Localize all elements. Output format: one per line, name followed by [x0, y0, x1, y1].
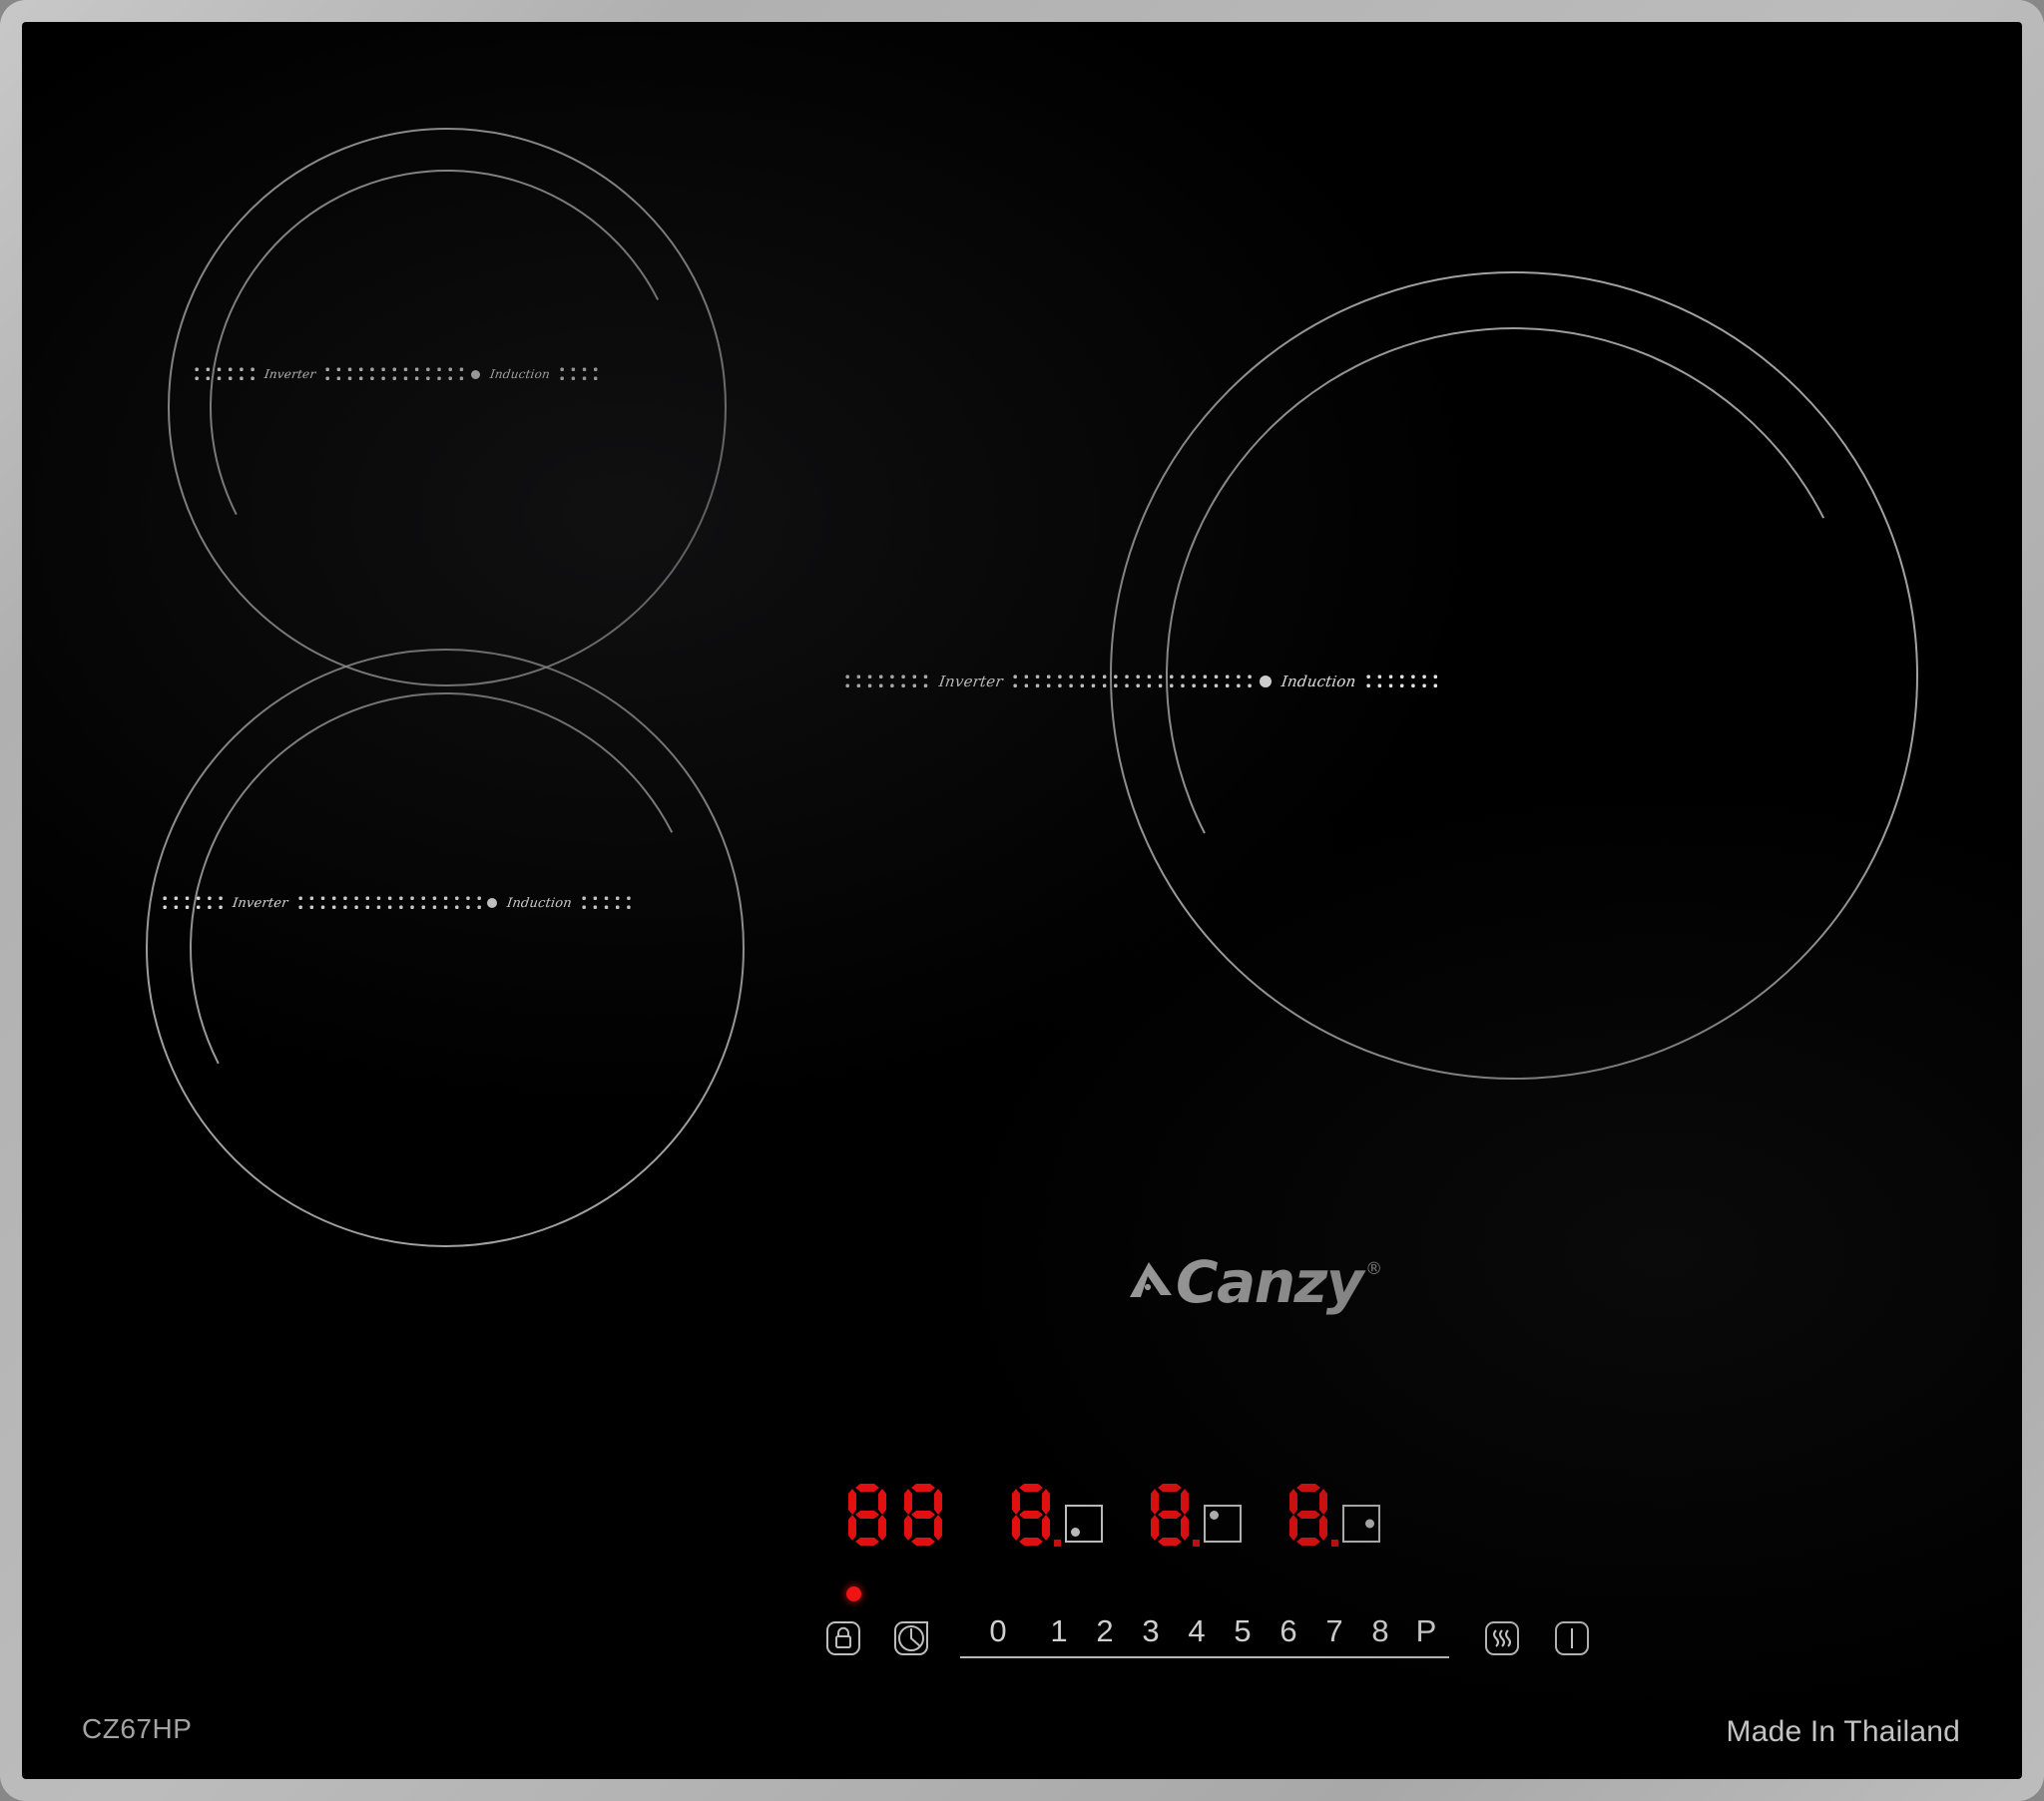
slider-level-1[interactable]: 1: [1036, 1613, 1082, 1649]
registered-mark: ®: [1365, 1259, 1383, 1279]
band-dots-left: [162, 894, 224, 912]
led-display-row: [848, 1484, 1380, 1547]
keep-warm-button[interactable]: [1479, 1618, 1525, 1658]
rear-left-zone[interactable]: [148, 108, 747, 706]
band-dots-middle: [296, 894, 484, 912]
band-dots-middle: [1011, 673, 1257, 690]
band-dots-right: [559, 365, 605, 383]
band-center-dot: [487, 898, 498, 908]
band-dots-right: [581, 894, 633, 912]
zone-digit: [1151, 1484, 1200, 1547]
band-label-inverter: Inverter: [937, 673, 1005, 690]
timer-button[interactable]: [888, 1618, 934, 1658]
rear-left-zone-band: Inverter Induction: [194, 363, 605, 385]
brand-wordmark: Canzy: [1176, 1248, 1364, 1316]
canzy-chevron-icon: [1128, 1257, 1174, 1301]
band-dots-middle: [324, 365, 467, 383]
right-large-zone-band: Inverter Induction: [844, 669, 1437, 694]
timer-digit-2: [904, 1484, 942, 1546]
zone-inner-arc: [123, 626, 767, 1270]
band-dots-left: [844, 673, 930, 690]
band-center-dot: [470, 369, 480, 379]
slider-level-labels: 0 1 2 3 4 5 6 7 8 P: [960, 1613, 1449, 1649]
slider-level-p[interactable]: P: [1403, 1613, 1449, 1649]
zone-display-3: [1289, 1484, 1380, 1547]
pan-position-indicator-2: [1204, 1505, 1242, 1543]
induction-cooktop: Inverter Induction Inverter Induction In: [0, 0, 2044, 1801]
model-number: CZ67HP: [82, 1713, 193, 1744]
brand-logo: Canzy ®: [1128, 1248, 1383, 1316]
band-label-inverter: Inverter: [263, 367, 317, 381]
slider-level-8[interactable]: 8: [1357, 1613, 1403, 1649]
zone-display-2: [1151, 1484, 1242, 1547]
touch-control-row: 0 1 2 3 4 5 6 7 8 P: [820, 1613, 1595, 1658]
country-of-origin: Made In Thailand: [1726, 1715, 1960, 1748]
slider-level-2[interactable]: 2: [1082, 1613, 1128, 1649]
zone-inner-arc: [148, 108, 747, 706]
power-level-slider[interactable]: 0 1 2 3 4 5 6 7 8 P: [960, 1613, 1449, 1658]
slider-level-7[interactable]: 7: [1311, 1613, 1357, 1649]
band-label-induction: Induction: [506, 895, 574, 911]
band-label-inverter: Inverter: [231, 895, 289, 911]
front-left-zone-band: Inverter Induction: [162, 892, 633, 914]
zone-digit: [1289, 1484, 1338, 1547]
band-label-induction: Induction: [1280, 673, 1358, 690]
timer-digit-1: [848, 1484, 886, 1546]
front-left-zone[interactable]: [123, 626, 767, 1270]
power-indicator-led: [846, 1586, 861, 1601]
zone-digit: [1012, 1484, 1061, 1547]
slider-level-6[interactable]: 6: [1266, 1613, 1311, 1649]
zone-display-1: [1012, 1484, 1103, 1547]
pan-position-indicator-3: [1342, 1505, 1380, 1543]
on-off-button[interactable]: [1549, 1618, 1595, 1658]
slider-level-5[interactable]: 5: [1220, 1613, 1266, 1649]
child-lock-button[interactable]: [820, 1618, 866, 1658]
timer-display: [848, 1484, 942, 1546]
pan-position-indicator-1: [1065, 1505, 1103, 1543]
band-center-dot: [1260, 675, 1273, 687]
slider-level-3[interactable]: 3: [1128, 1613, 1174, 1649]
slider-level-4[interactable]: 4: [1174, 1613, 1220, 1649]
slider-level-0[interactable]: 0: [960, 1613, 1036, 1649]
ceramic-glass-surface: Inverter Induction Inverter Induction In: [22, 22, 2022, 1779]
band-label-induction: Induction: [489, 367, 551, 381]
band-dots-right: [1365, 673, 1437, 690]
band-dots-left: [194, 365, 256, 383]
